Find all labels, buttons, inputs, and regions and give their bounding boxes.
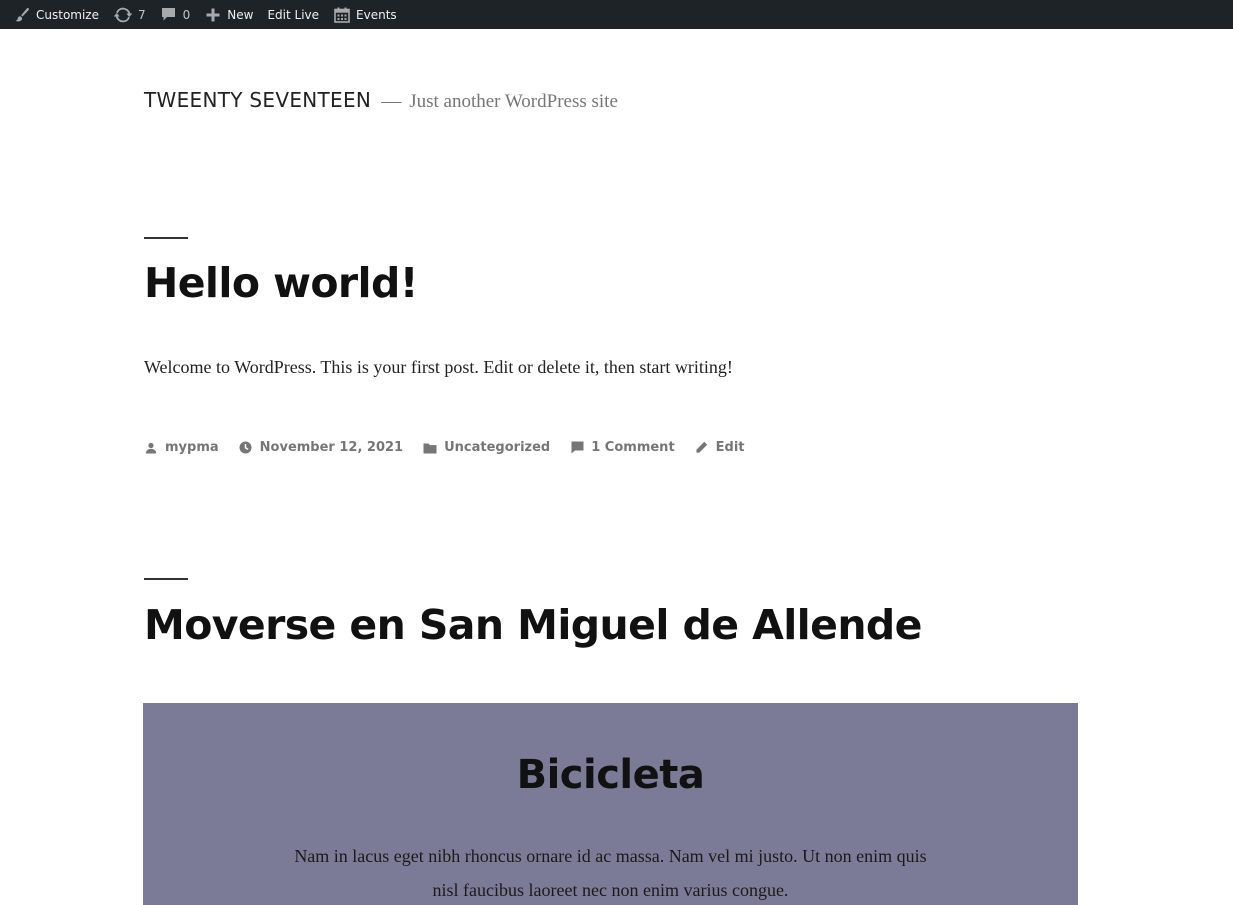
comments-link[interactable]: 1 Comment [591,440,674,455]
updates-icon [113,6,133,24]
post-date-link[interactable]: November 12, 2021 [260,440,403,455]
site-branding: TWEENTY SEVENTEEN — Just another WordPre… [144,88,618,113]
category-link[interactable]: Uncategorized [444,440,550,455]
new-content-button[interactable]: New [197,0,260,29]
cover-block: Bicicleta Nam in lacus eget nibh rhoncus… [143,703,1078,905]
site-title[interactable]: TWEENTY SEVENTEEN [144,88,371,112]
customize-button[interactable]: Customize [0,0,106,29]
pencil-icon [695,441,709,455]
post-title[interactable]: Hello world! [144,260,418,306]
events-label: Events [356,7,397,22]
cover-heading: Bicicleta [516,752,705,798]
comments-count: 0 [182,7,191,22]
updates-count: 7 [138,7,146,22]
author-link[interactable]: mypma [165,440,219,455]
meta-edit: Edit [695,440,745,455]
clock-icon [239,441,253,455]
comment-icon [160,6,178,24]
updates-button[interactable]: 7 [106,0,153,29]
meta-category: Uncategorized [423,440,550,455]
post-excerpt: Welcome to WordPress. This is your first… [144,357,733,377]
edit-live-label: Edit Live [267,7,320,22]
post-title[interactable]: Moverse en San Miguel de Allende [144,602,922,648]
edit-link[interactable]: Edit [716,440,745,455]
site-title-separator: — [381,90,402,112]
edit-live-button[interactable]: Edit Live [260,0,326,29]
person-icon [144,441,158,455]
new-label: New [227,7,254,22]
brush-icon [13,6,31,24]
meta-comments: 1 Comment [570,440,675,455]
comment-icon [570,441,584,455]
calendar-icon [333,6,351,24]
folder-icon [423,441,437,455]
comments-button[interactable]: 0 [153,0,198,29]
admin-bar: Customize 7 0 New Edit Live Events [0,0,1233,29]
meta-date: November 12, 2021 [239,440,403,455]
plus-icon [204,6,222,24]
post-divider [144,237,188,239]
customize-label: Customize [36,7,99,22]
post-divider [144,578,188,580]
meta-author: mypma [144,440,219,455]
events-button[interactable]: Events [326,0,404,29]
entry-meta: mypma November 12, 2021 Uncategorized 1 … [144,440,765,455]
cover-text: Nam in lacus eget nibh rhoncus ornare id… [294,846,927,900]
site-description: Just another WordPress site [409,91,618,112]
